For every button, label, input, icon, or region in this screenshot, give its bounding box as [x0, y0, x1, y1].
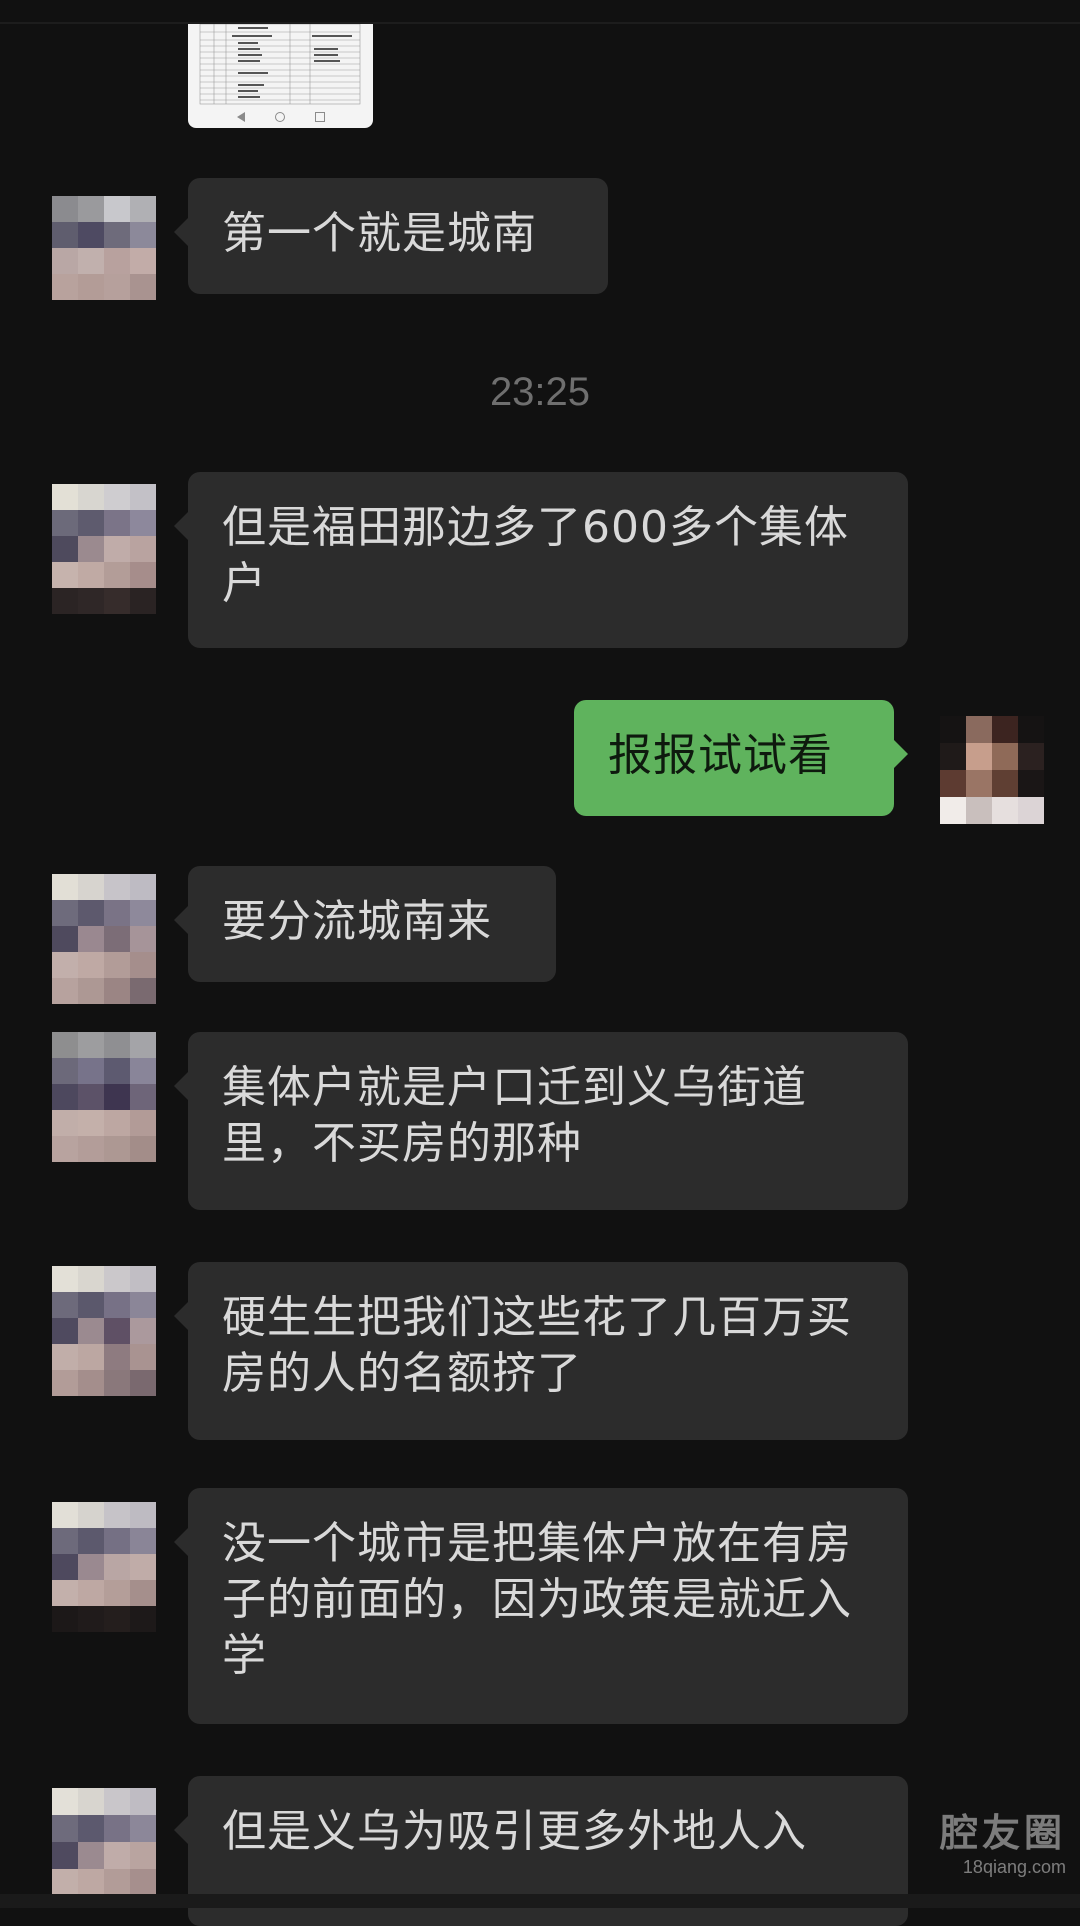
- status-divider: [0, 22, 1080, 24]
- spreadsheet-preview: [199, 24, 361, 105]
- message-text: 硬生生把我们这些花了几百万买房的人的名额挤了: [222, 1292, 852, 1399]
- site-watermark: 腔友圈 18qiang.com: [940, 1802, 1066, 1878]
- my-avatar[interactable]: [940, 716, 1044, 824]
- message-text: 但是义乌为吸引更多外地人入: [222, 1806, 807, 1857]
- bottom-bar: [0, 1894, 1080, 1908]
- message-text: 没一个城市是把集体户放在有房子的前面的，因为政策是就近入学: [222, 1518, 852, 1681]
- recents-nav-icon: [314, 112, 325, 122]
- message-text: 要分流城南来: [222, 896, 492, 947]
- chat-timestamp: 23:25: [489, 370, 591, 414]
- watermark-logo: 腔友圈: [939, 1811, 1066, 1855]
- phone-nav-bar: [188, 106, 373, 128]
- contact-avatar[interactable]: [52, 484, 156, 614]
- message-bubble[interactable]: 集体户就是户口迁到义乌街道里，不买房的那种: [174, 1032, 908, 1210]
- contact-avatar[interactable]: [52, 1502, 156, 1632]
- contact-avatar[interactable]: [52, 1788, 156, 1896]
- message-text: 报报试试看: [608, 730, 833, 781]
- contact-avatar[interactable]: [52, 1266, 156, 1396]
- message-bubble[interactable]: 硬生生把我们这些花了几百万买房的人的名额挤了: [174, 1262, 908, 1440]
- back-nav-icon: [236, 112, 245, 122]
- contact-avatar[interactable]: [52, 1032, 156, 1162]
- contact-avatar[interactable]: [52, 874, 156, 1004]
- message-text: 但是福田那边多了600多个集体户: [222, 502, 849, 609]
- message-text: 集体户就是户口迁到义乌街道里，不买房的那种: [222, 1062, 807, 1169]
- message-bubble[interactable]: 第一个就是城南: [174, 178, 608, 294]
- shared-image-thumbnail[interactable]: [188, 24, 373, 128]
- message-bubble[interactable]: 但是福田那边多了600多个集体户: [174, 472, 908, 648]
- my-message-bubble[interactable]: 报报试试看: [574, 700, 908, 816]
- message-text: 第一个就是城南: [222, 208, 537, 259]
- home-nav-icon: [274, 112, 285, 122]
- contact-avatar[interactable]: [52, 196, 156, 300]
- message-bubble[interactable]: 要分流城南来: [174, 866, 556, 982]
- watermark-url: 18qiang.com: [962, 1857, 1066, 1877]
- message-bubble[interactable]: 没一个城市是把集体户放在有房子的前面的，因为政策是就近入学: [174, 1488, 908, 1724]
